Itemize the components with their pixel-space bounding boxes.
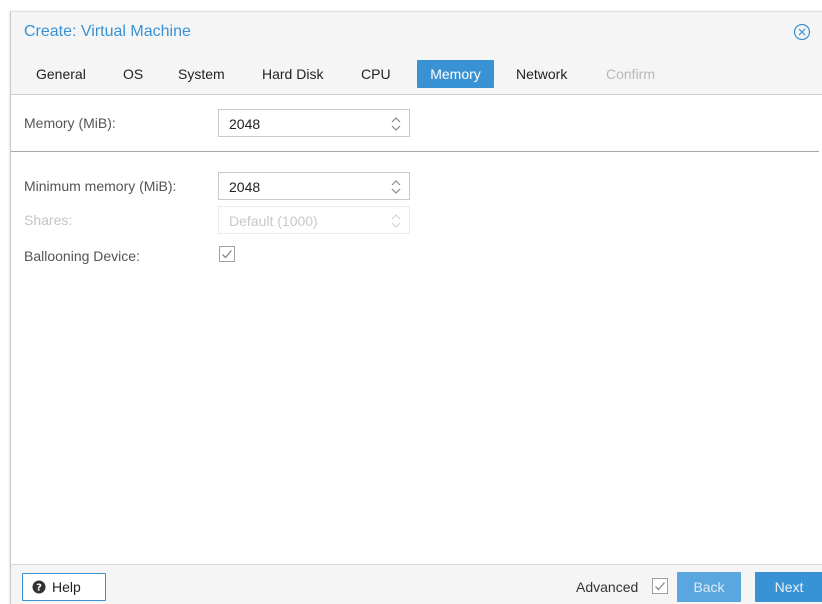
- dialog-title: Create: Virtual Machine: [24, 23, 191, 40]
- advanced-label: Advanced: [576, 579, 639, 595]
- close-icon[interactable]: [793, 23, 811, 41]
- dialog-footer: ? Help Advanced Back Next: [11, 564, 822, 604]
- tab-memory[interactable]: Memory: [417, 60, 494, 88]
- dialog-titlebar: Create: Virtual Machine: [11, 12, 822, 54]
- ballooning-row: Ballooning Device:: [11, 242, 822, 272]
- tab-os[interactable]: OS: [114, 60, 152, 88]
- ballooning-checkbox[interactable]: [219, 246, 235, 262]
- min-memory-label: Minimum memory (MiB):: [24, 178, 177, 194]
- up-down-chevron-icon: [390, 212, 402, 230]
- checkmark-icon: [219, 246, 235, 262]
- help-label: Help: [52, 579, 81, 595]
- svg-text:?: ?: [36, 583, 42, 594]
- checkmark-icon: [652, 578, 668, 594]
- ballooning-label: Ballooning Device:: [24, 248, 140, 264]
- memory-value: 2048: [229, 116, 261, 132]
- help-button[interactable]: ? Help: [22, 573, 106, 601]
- next-button[interactable]: Next: [755, 572, 822, 602]
- wizard-tabs: General OS System Hard Disk CPU Memory N…: [11, 60, 822, 90]
- shares-row: Shares: Default (1000): [11, 206, 822, 236]
- memory-row: Memory (MiB): 2048: [11, 109, 822, 139]
- shares-input[interactable]: Default (1000): [218, 206, 410, 234]
- min-memory-row: Minimum memory (MiB): 2048: [11, 172, 822, 202]
- shares-label: Shares:: [24, 212, 73, 228]
- min-memory-value: 2048: [229, 179, 261, 195]
- back-button[interactable]: Back: [677, 572, 741, 602]
- create-vm-dialog: Create: Virtual Machine General OS Syste…: [10, 11, 822, 604]
- tab-confirm[interactable]: Confirm: [597, 60, 664, 88]
- memory-label: Memory (MiB):: [24, 115, 116, 131]
- tab-general[interactable]: General: [27, 60, 95, 88]
- memory-input[interactable]: 2048: [218, 109, 410, 137]
- shares-value: Default (1000): [229, 213, 318, 229]
- up-down-chevron-icon[interactable]: [390, 115, 402, 133]
- min-memory-input[interactable]: 2048: [218, 172, 410, 200]
- tab-network[interactable]: Network: [507, 60, 576, 88]
- section-divider: [11, 151, 819, 152]
- up-down-chevron-icon[interactable]: [390, 178, 402, 196]
- tab-cpu[interactable]: CPU: [352, 60, 400, 88]
- memory-form: Memory (MiB): 2048 Minimum memory (MiB):…: [11, 94, 822, 565]
- advanced-checkbox[interactable]: [652, 578, 668, 594]
- tab-system[interactable]: System: [169, 60, 234, 88]
- screen: Create: Virtual Machine General OS Syste…: [0, 0, 822, 604]
- question-circle-icon: ?: [32, 580, 46, 594]
- tab-hard-disk[interactable]: Hard Disk: [253, 60, 332, 88]
